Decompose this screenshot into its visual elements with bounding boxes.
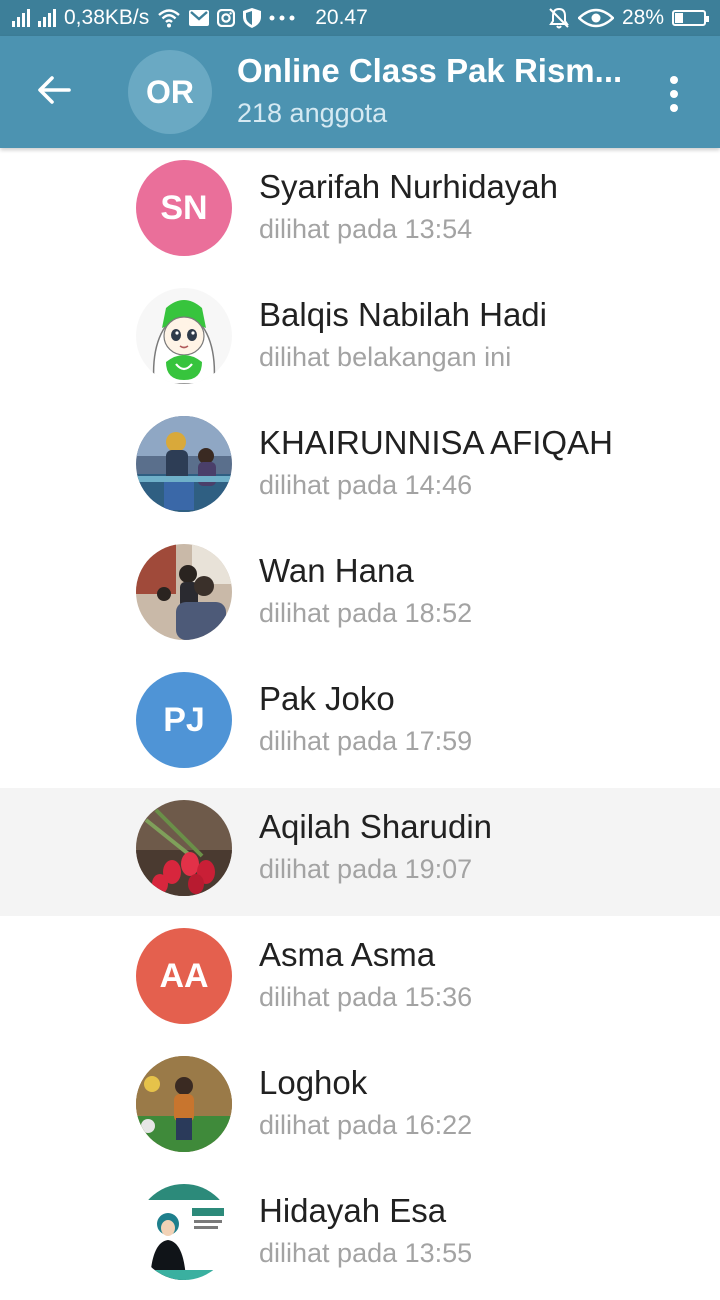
last-seen: dilihat pada 14:46 [259,470,473,500]
back-button[interactable] [22,60,86,124]
member-name: Aqilah Sharudin [259,808,492,845]
member-row[interactable]: Balqis Nabilah Hadi dilihat belakangan i… [0,276,720,404]
wifi-icon [157,8,181,28]
battery-percent: 28% [621,6,664,29]
battery-icon [672,10,709,26]
last-seen: dilihat pada 13:54 [259,214,473,244]
avatar-initials: AA [159,956,209,995]
member-row[interactable]: Hidayah Esa dilihat pada 13:55 [0,1172,720,1300]
signal-icon [38,9,56,27]
photo-avatar-icon [136,416,232,512]
avatar: PJ [136,672,232,768]
avatar-initials: SN [160,188,208,227]
app-bar: OR Online Class Pak Rism... 218 anggota [0,36,720,148]
clock: 20.47 [315,6,368,29]
arrow-left-icon [37,75,71,110]
more-dots-icon [269,15,295,21]
member-name: Balqis Nabilah Hadi [259,296,547,333]
member-name: Hidayah Esa [259,1192,447,1229]
last-seen: dilihat pada 15:36 [259,982,473,1012]
last-seen: dilihat pada 13:55 [259,1238,473,1268]
member-row[interactable]: Loghok dilihat pada 16:22 [0,1044,720,1172]
member-name: Pak Joko [259,680,395,717]
group-avatar[interactable]: OR [128,50,212,134]
signal-icon [12,9,30,27]
last-seen: dilihat pada 19:07 [259,854,473,884]
member-name: Loghok [259,1064,368,1101]
member-row[interactable]: Aqilah Sharudin dilihat pada 19:07 [0,788,720,916]
member-count: 218 anggota [237,98,388,128]
avatar [136,1184,232,1280]
photo-avatar-icon [136,544,232,640]
group-title[interactable]: Online Class Pak Rism... [237,52,627,90]
avatar: SN [136,160,232,256]
status-bar-right: 28% [548,0,709,36]
mail-icon [189,10,210,26]
avatar-initials: PJ [163,700,205,739]
avatar [136,288,232,384]
status-bar: 0,38KB/s 20.47 28% [0,0,720,36]
last-seen: dilihat pada 17:59 [259,726,473,756]
avatar [136,416,232,512]
battery-level [675,13,683,23]
instagram-icon [217,9,236,27]
group-avatar-initials: OR [146,73,194,110]
avatar [136,544,232,640]
avatar: AA [136,928,232,1024]
overflow-menu-button[interactable] [654,70,694,118]
member-name: Wan Hana [259,552,414,589]
avatar [136,1056,232,1152]
status-bar-left: 0,38KB/s 20.47 [12,0,368,36]
last-seen: dilihat pada 18:52 [259,598,473,628]
member-row[interactable]: AA Asma Asma dilihat pada 15:36 [0,916,720,1044]
photo-avatar-icon [136,1056,232,1152]
cartoon-girl-avatar-icon [136,288,232,384]
member-name: Asma Asma [259,936,436,973]
member-name: KHAIRUNNISA AFIQAH [259,424,613,461]
eye-icon [577,8,614,28]
poster-avatar-icon [136,1184,232,1280]
member-row[interactable]: KHAIRUNNISA AFIQAH dilihat pada 14:46 [0,404,720,532]
member-name: Syarifah Nurhidayah [259,168,558,205]
shield-icon [243,8,262,28]
tulip-photo-avatar-icon [136,800,232,896]
member-row[interactable]: Wan Hana dilihat pada 18:52 [0,532,720,660]
network-speed: 0,38KB/s [64,6,150,29]
avatar [136,800,232,896]
last-seen: dilihat belakangan ini [259,342,512,372]
vertical-dots-icon [670,76,678,112]
member-list: SN Syarifah Nurhidayah dilihat pada 13:5… [0,148,720,1300]
last-seen: dilihat pada 16:22 [259,1110,473,1140]
member-row[interactable]: SN Syarifah Nurhidayah dilihat pada 13:5… [0,148,720,276]
mute-bell-icon [548,7,570,29]
member-row[interactable]: PJ Pak Joko dilihat pada 17:59 [0,660,720,788]
